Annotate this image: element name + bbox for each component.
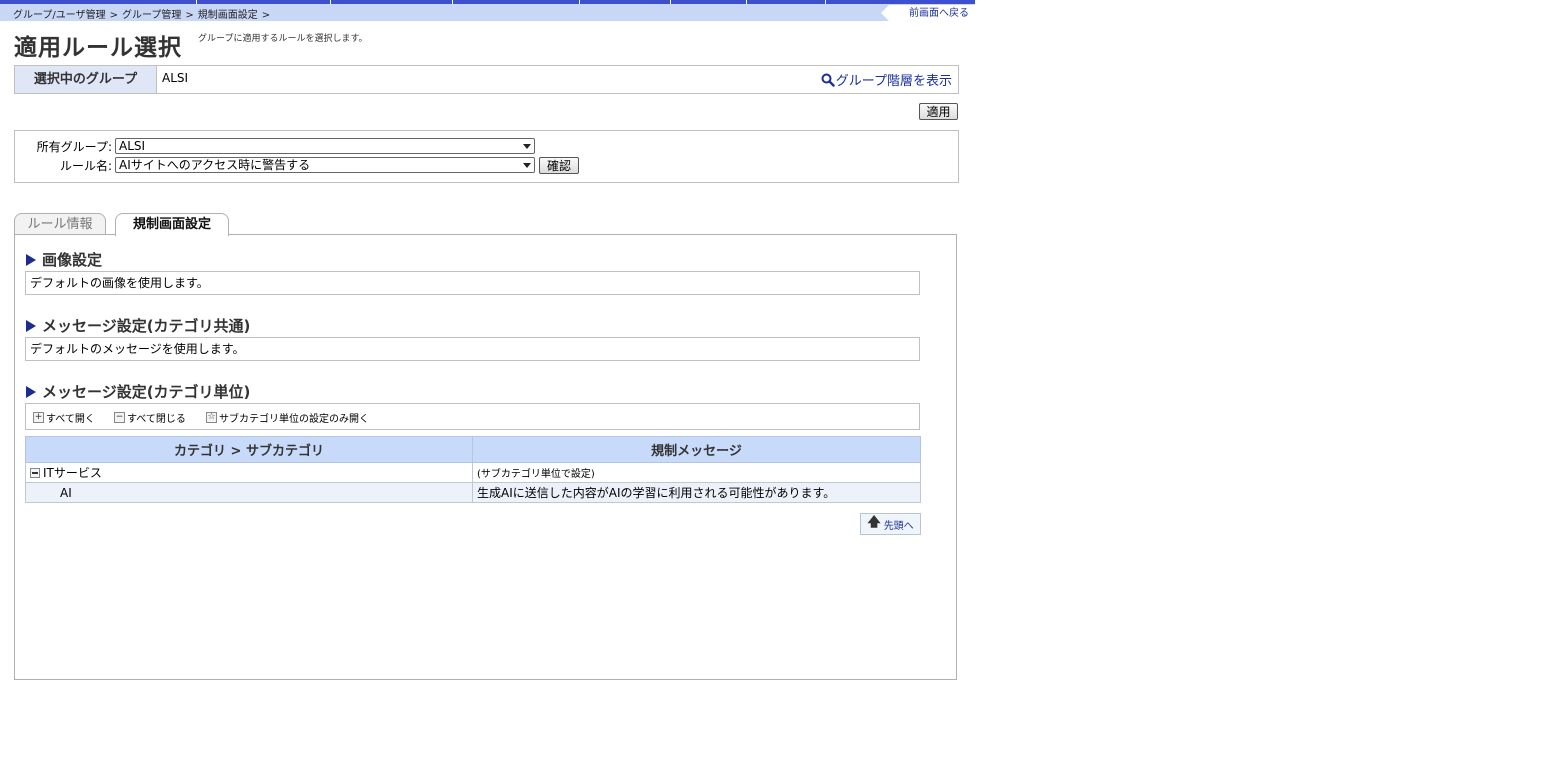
- category-cell: ITサービス: [25, 462, 473, 483]
- triangle-right-icon: [26, 319, 36, 332]
- owner-group-select[interactable]: ALSI: [115, 138, 535, 154]
- back-link[interactable]: 前画面へ戻る: [881, 5, 975, 21]
- breadcrumb: グループ/ユーザ管理 > グループ管理 > 規制画面設定 >: [13, 6, 274, 21]
- triangle-right-icon: [26, 385, 36, 398]
- subcategory-cell: AI: [25, 482, 473, 503]
- top-nav-bar: グループ/ユーザ管理 > グループ管理 > 規制画面設定 > 前画面へ戻る: [0, 0, 975, 21]
- section-message-category: メッセージ設定(カテゴリ単位): [26, 381, 250, 402]
- rule-name-select-value: AIサイトへのアクセス時に警告する: [119, 158, 311, 172]
- tree-toolbar: + すべて開く − すべて閉じる ☆ サブカテゴリ単位の設定のみ開く: [25, 403, 920, 430]
- expand-subcategory-only-label: サブカテゴリ単位の設定のみ開く: [219, 414, 369, 425]
- section-message-common: メッセージ設定(カテゴリ共通): [26, 315, 250, 336]
- image-settings-value: デフォルトの画像を使用します。: [25, 271, 920, 295]
- back-to-top-label: 先頭へ: [883, 520, 914, 532]
- owner-group-select-value: ALSI: [119, 139, 146, 153]
- top-nav-accent-line: [0, 0, 975, 4]
- rule-name-label: ルール名:: [59, 159, 112, 173]
- confirm-button[interactable]: 確認: [539, 157, 579, 174]
- table-header-row: カテゴリ > サブカテゴリ 規制メッセージ: [25, 436, 921, 463]
- owner-group-label: 所有グループ:: [36, 140, 112, 154]
- category-name: ITサービス: [43, 466, 102, 480]
- table-row[interactable]: AI 生成AIに送信した内容がAIの学習に利用される可能性があります。: [25, 482, 921, 503]
- section-message-category-title: メッセージ設定(カテゴリ単位): [42, 383, 251, 401]
- tab-rule-info[interactable]: ルール情報: [14, 213, 106, 235]
- collapse-icon[interactable]: [30, 468, 40, 478]
- table-row: ITサービス (サブカテゴリ単位で設定): [25, 462, 921, 483]
- selected-group-value: ALSI: [162, 71, 189, 85]
- column-header-category: カテゴリ > サブカテゴリ: [25, 436, 473, 463]
- section-image-settings: 画像設定: [26, 249, 102, 270]
- breadcrumb-separator: >: [185, 10, 194, 21]
- plus-icon: +: [33, 412, 44, 423]
- page-description: グループに適用するルールを選択します。: [198, 34, 368, 44]
- arrow-up-icon: 🡅: [867, 515, 881, 530]
- expand-all-label: すべて開く: [46, 414, 95, 425]
- section-message-common-title: メッセージ設定(カテゴリ共通): [42, 317, 251, 335]
- minus-icon: −: [114, 412, 125, 423]
- selected-group-label: 選択中のグループ: [15, 66, 157, 93]
- message-common-value: デフォルトのメッセージを使用します。: [25, 337, 920, 361]
- message-cell: (サブカテゴリ単位で設定): [472, 462, 921, 483]
- expand-all-button[interactable]: + すべて開く: [33, 410, 95, 425]
- apply-button[interactable]: 適用: [919, 103, 958, 120]
- expand-subcategory-only-button[interactable]: ☆ サブカテゴリ単位の設定のみ開く: [206, 410, 369, 425]
- breadcrumb-separator: >: [109, 10, 118, 21]
- breadcrumb-item-user-admin[interactable]: グループ/ユーザ管理: [13, 10, 106, 21]
- breadcrumb-item-group-admin[interactable]: グループ管理: [122, 10, 181, 21]
- message-cell[interactable]: 生成AIに送信した内容がAIの学習に利用される可能性があります。: [472, 482, 921, 503]
- page-title: 適用ルール選択: [14, 35, 182, 61]
- chevron-down-icon: [523, 144, 531, 149]
- category-message-table: カテゴリ > サブカテゴリ 規制メッセージ ITサービス (サブカテゴリ単位で設…: [25, 436, 921, 503]
- star-icon: ☆: [206, 412, 217, 423]
- selected-group-box: 選択中のグループ ALSI グループ階層を表示: [14, 65, 959, 94]
- breadcrumb-item-current: 規制画面設定: [197, 10, 258, 21]
- show-hierarchy-label: グループ階層を表示: [835, 74, 952, 89]
- triangle-right-icon: [26, 253, 36, 266]
- section-image-title: 画像設定: [42, 251, 103, 269]
- collapse-all-button[interactable]: − すべて閉じる: [114, 410, 186, 425]
- column-header-message: 規制メッセージ: [472, 436, 921, 463]
- tab-block-screen-settings[interactable]: 規制画面設定: [115, 213, 229, 236]
- breadcrumb-separator: >: [261, 10, 271, 21]
- collapse-all-label: すべて閉じる: [127, 414, 186, 425]
- chevron-down-icon: [523, 163, 531, 168]
- back-to-top-button[interactable]: 🡅 先頭へ: [860, 513, 921, 535]
- search-icon: [821, 73, 835, 87]
- rule-name-select[interactable]: AIサイトへのアクセス時に警告する: [115, 157, 535, 173]
- show-hierarchy-link[interactable]: グループ階層を表示: [821, 70, 952, 89]
